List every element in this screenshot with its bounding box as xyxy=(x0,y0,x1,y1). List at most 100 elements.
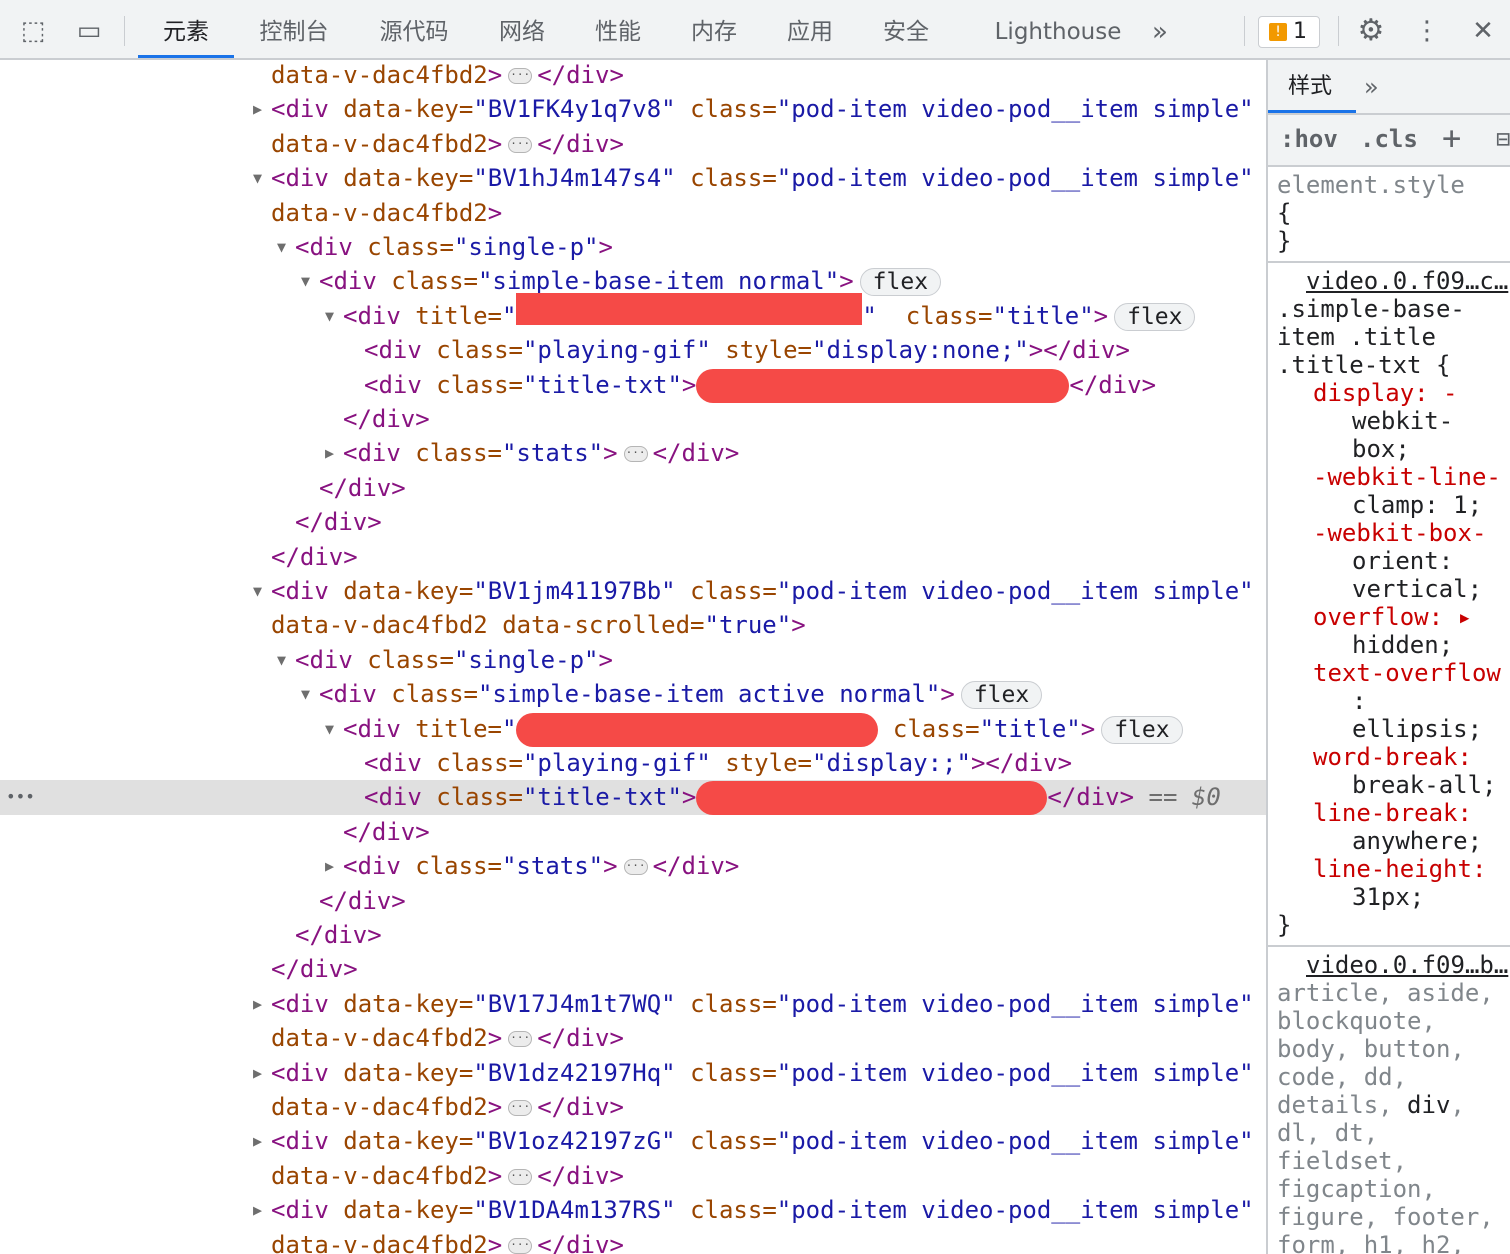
tab-7[interactable]: 安全 xyxy=(858,0,954,58)
expand-triangle-icon[interactable]: ▶ xyxy=(325,436,334,470)
flex-badge[interactable]: flex xyxy=(960,681,1043,710)
dom-node-row[interactable]: ▶ <div data-key="BV17J4m1t7WQ" class="pod… xyxy=(0,987,1266,1021)
expand-triangle-icon[interactable]: ▶ xyxy=(253,987,262,1021)
dom-node-row[interactable]: <div class="playing-gif" style="display:… xyxy=(0,333,1266,367)
tab-8[interactable]: Lighthouse xyxy=(980,0,1136,58)
dom-node-row[interactable]: ▶ <div class="stats"> ··· </div> xyxy=(0,849,1266,883)
dom-node-row[interactable]: ▶ <div data-key="BV1DA4m137RS" class="pod… xyxy=(0,1193,1266,1227)
dom-node-row[interactable]: </div> xyxy=(0,471,1266,505)
dom-node-row[interactable]: </div> xyxy=(0,540,1266,574)
css-value[interactable]: : xyxy=(1277,687,1510,715)
dom-node-row[interactable]: ▼ <div class="single-p"> xyxy=(0,643,1266,677)
collapse-triangle-icon[interactable]: ▼ xyxy=(301,677,310,711)
expand-triangle-icon[interactable]: ▶ xyxy=(325,849,334,883)
expand-triangle-icon[interactable]: ▶ xyxy=(253,1056,262,1090)
collapse-triangle-icon[interactable]: ▼ xyxy=(301,264,310,298)
dom-node-row[interactable]: data-v-dac4fbd2 data-scrolled="true"> xyxy=(0,608,1266,642)
dom-node-row[interactable]: <div class="playing-gif" style="display:… xyxy=(0,746,1266,780)
dom-node-row[interactable]: ▶ <div data-key="BV1dz42197Hq" class="pod… xyxy=(0,1056,1266,1090)
collapse-triangle-icon[interactable]: ▼ xyxy=(325,299,334,333)
dom-node-row[interactable]: ▼ <div data-key="BV1hJ4m147s4" class="pod… xyxy=(0,161,1266,195)
gear-icon[interactable]: ⚙ xyxy=(1354,14,1388,48)
css-property[interactable]: line-break: xyxy=(1277,799,1510,827)
css-property[interactable]: text-overflow xyxy=(1277,659,1510,687)
css-property[interactable]: overflow: ▸ xyxy=(1277,603,1510,631)
new-rule-button[interactable]: + xyxy=(1442,119,1461,157)
cls-button[interactable]: .cls xyxy=(1360,125,1418,153)
flex-badge[interactable]: flex xyxy=(1101,715,1183,744)
dom-node-row[interactable]: </div> xyxy=(0,952,1266,986)
flex-badge[interactable]: flex xyxy=(859,268,942,297)
dom-node-row[interactable]: data-v-dac4fbd2> ··· </div> xyxy=(0,1021,1266,1055)
dom-node-row[interactable]: ▼ <div title=" " class="title"> flex xyxy=(0,292,1266,333)
expand-ellipsis-button[interactable]: ··· xyxy=(508,68,533,84)
dom-node-row[interactable]: ▼ <div data-key="BV1jm41197Bb" class="pod… xyxy=(0,574,1266,608)
computed-sidebar-icon[interactable]: ⊟ xyxy=(1496,125,1510,153)
collapse-triangle-icon[interactable]: ▼ xyxy=(277,643,286,677)
tab-1[interactable]: 控制台 xyxy=(234,0,354,58)
css-property[interactable]: display: - xyxy=(1277,379,1510,407)
dom-node-row[interactable]: ▼ <div class="single-p"> xyxy=(0,230,1266,264)
css-property[interactable]: -webkit-line- xyxy=(1277,463,1510,491)
issues-badge[interactable]: ! 1 xyxy=(1258,16,1320,48)
css-property[interactable]: word-break: xyxy=(1277,743,1510,771)
tab-6[interactable]: 应用 xyxy=(762,0,858,58)
expand-ellipsis-button[interactable]: ··· xyxy=(508,1031,533,1048)
collapse-triangle-icon[interactable]: ▼ xyxy=(253,574,262,608)
expand-triangle-icon[interactable]: ▶ xyxy=(253,1124,262,1158)
dom-node-row[interactable]: data-v-dac4fbd2> ··· </div> xyxy=(0,1159,1266,1193)
expand-triangle-icon[interactable]: ▶ xyxy=(253,1193,262,1227)
expand-ellipsis-button[interactable]: ··· xyxy=(508,136,533,153)
dom-node-row[interactable]: </div> xyxy=(0,884,1266,918)
css-value[interactable]: anywhere; xyxy=(1277,827,1510,855)
dom-node-row[interactable]: ••• <div class="title-txt"> </div> == $0 xyxy=(0,780,1266,816)
more-vertical-icon[interactable]: ⋮ xyxy=(1410,14,1444,48)
collapse-triangle-icon[interactable]: ▼ xyxy=(253,161,262,195)
css-value[interactable]: hidden; xyxy=(1277,631,1510,659)
css-value[interactable]: clamp: 1; xyxy=(1277,491,1510,519)
expand-ellipsis-button[interactable]: ··· xyxy=(623,446,648,463)
css-value[interactable]: ellipsis; xyxy=(1277,715,1510,743)
dom-node-row[interactable]: ▶ <div class="stats"> ··· </div> xyxy=(0,436,1266,470)
dom-node-row[interactable]: ▼ <div title=" class="title"> flex xyxy=(0,712,1266,747)
css-value[interactable]: 31px; xyxy=(1277,883,1510,911)
collapse-triangle-icon[interactable]: ▼ xyxy=(325,712,334,746)
tab-3[interactable]: 网络 xyxy=(474,0,570,58)
dom-node-row[interactable]: </div> xyxy=(0,815,1266,849)
dom-node-row[interactable]: ▼ <div class="simple-base-item active nor… xyxy=(0,677,1266,711)
collapse-triangle-icon[interactable]: ▼ xyxy=(277,230,286,264)
dom-node-row[interactable]: ▶ <div data-key="BV1FK4y1q7v8" class="pod… xyxy=(0,92,1266,126)
dom-node-row[interactable]: ▶ <div data-key="BV1oz42197zG" class="pod… xyxy=(0,1124,1266,1158)
expand-ellipsis-button[interactable]: ··· xyxy=(508,1100,533,1116)
tab-0[interactable]: 元素 xyxy=(138,0,234,58)
css-property[interactable]: line-height: xyxy=(1277,855,1510,883)
dom-node-row[interactable]: </div> xyxy=(0,918,1266,952)
expand-ellipsis-button[interactable]: ··· xyxy=(623,859,648,876)
more-tabs-button[interactable]: » xyxy=(1140,0,1180,58)
css-property[interactable]: -webkit-box- xyxy=(1277,519,1510,547)
tab-5[interactable]: 内存 xyxy=(666,0,762,58)
inspect-element-icon[interactable]: ⬚ xyxy=(16,14,50,48)
tab-styles[interactable]: 样式 xyxy=(1268,60,1356,113)
flex-badge[interactable]: flex xyxy=(1114,302,1196,331)
expand-ellipsis-button[interactable]: ··· xyxy=(508,1237,533,1254)
dom-node-row[interactable]: </div> xyxy=(0,505,1266,539)
dom-node-row[interactable]: </div> xyxy=(0,402,1266,436)
dom-node-row[interactable]: <div class="title-txt"> </div> xyxy=(0,368,1266,403)
close-icon[interactable]: ✕ xyxy=(1466,14,1500,48)
css-value[interactable]: webkit- xyxy=(1277,407,1510,435)
expand-triangle-icon[interactable]: ▶ xyxy=(253,92,262,126)
dom-node-row[interactable]: data-v-dac4fbd2> ··· </div> xyxy=(0,1090,1266,1124)
more-tabs-button[interactable]: » xyxy=(1364,60,1379,114)
tab-2[interactable]: 源代码 xyxy=(354,0,474,58)
css-value[interactable]: box; xyxy=(1277,435,1510,463)
css-value[interactable]: break-all; xyxy=(1277,771,1510,799)
tab-4[interactable]: 性能 xyxy=(570,0,666,58)
more-actions-icon[interactable]: ••• xyxy=(6,780,35,814)
dom-node-row[interactable]: data-v-dac4fbd2> ··· </div> xyxy=(0,1228,1266,1254)
stylesheet-link[interactable]: video.0.f09…b… xyxy=(1277,951,1510,979)
hov-button[interactable]: :hov xyxy=(1280,125,1338,153)
dom-node-row[interactable]: data-v-dac4fbd2> ··· </div> xyxy=(0,60,1266,92)
device-toolbar-icon[interactable]: ▭ xyxy=(72,14,106,48)
css-value[interactable]: vertical; xyxy=(1277,575,1510,603)
